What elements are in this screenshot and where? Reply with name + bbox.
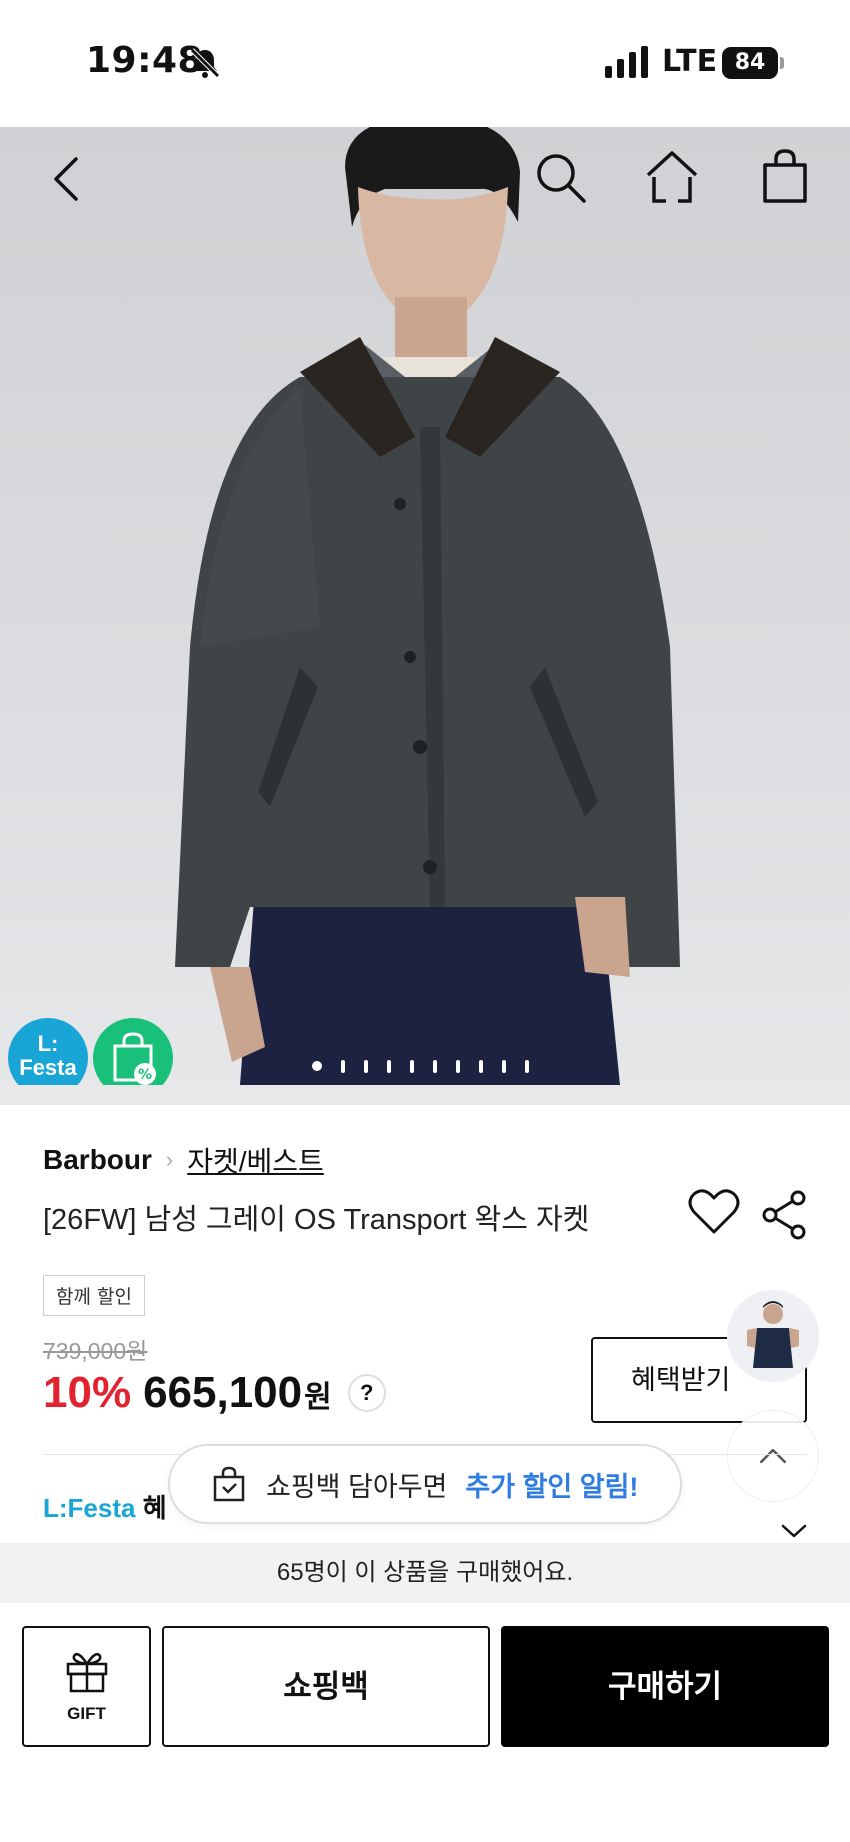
price-help-button[interactable]: ?: [347, 1374, 386, 1412]
carousel-dot: [410, 1059, 414, 1073]
signal-icon: [605, 46, 648, 78]
lfesta-badge-line1: L:: [37, 1031, 59, 1056]
home-icon: [646, 151, 698, 203]
status-time: 19:48: [86, 40, 204, 81]
battery-level: 84: [722, 47, 778, 79]
lfesta-badge-line2: Festa: [19, 1055, 77, 1080]
wishlist-button[interactable]: [688, 1188, 740, 1236]
battery-icon: 84: [722, 47, 784, 79]
bag-discount-badge[interactable]: %: [93, 1018, 173, 1085]
model-thumbnail: [727, 1290, 819, 1382]
scroll-to-top-button[interactable]: [727, 1410, 819, 1502]
search-button[interactable]: [530, 147, 590, 207]
buy-now-button[interactable]: 구매하기: [501, 1626, 829, 1747]
add-to-bag-button[interactable]: 쇼핑백: [162, 1626, 490, 1747]
gift-icon: [66, 1653, 107, 1693]
discount-tag: 함께 할인: [43, 1275, 145, 1316]
carousel-dot-active: [312, 1061, 322, 1071]
chevron-left-icon: [54, 157, 78, 201]
currency-unit: 원: [304, 1381, 332, 1414]
share-icon: [762, 1190, 806, 1240]
sale-price: 665,100: [143, 1368, 303, 1417]
purchase-count-banner: 65명이 이 상품을 구매했어요.: [0, 1543, 850, 1603]
bag-discount-icon: %: [113, 1032, 156, 1085]
breadcrumb: Barbour › 자켓/베스트: [43, 1140, 324, 1180]
carousel-dot: [479, 1059, 483, 1073]
lfesta-benefit-text: 혜: [142, 1493, 167, 1523]
carousel-indicator: [312, 1058, 529, 1074]
toast-text: 쇼핑백 담아두면: [266, 1471, 448, 1502]
carousel-dot: [364, 1059, 368, 1073]
carousel-dot: [456, 1059, 460, 1073]
bag-discount-toast[interactable]: 쇼핑백 담아두면 추가 할인 알림!: [168, 1444, 682, 1524]
shopping-bag-icon: [763, 149, 807, 203]
category-link[interactable]: 자켓/베스트: [187, 1140, 324, 1180]
toast-highlight: 추가 할인 알림!: [465, 1471, 639, 1502]
get-benefit-label: 혜택받기: [631, 1365, 731, 1395]
carousel-dot: [433, 1059, 437, 1073]
heart-icon: [688, 1189, 740, 1234]
search-icon: [537, 154, 586, 203]
brand-link[interactable]: Barbour: [43, 1144, 152, 1176]
network-type: LTE: [662, 44, 718, 79]
original-price: 739,000원: [43, 1338, 148, 1364]
lfesta-logo: L:Festa: [43, 1493, 136, 1523]
product-title: [26FW] 남성 그레이 OS Transport 왁스 자켓: [43, 1204, 590, 1236]
svg-text:%: %: [138, 1067, 152, 1083]
hero-divider: [0, 1085, 850, 1105]
shopping-bag-button[interactable]: [755, 147, 815, 207]
product-photo: [175, 127, 680, 1085]
shopping-bag-icon: [213, 1466, 245, 1502]
share-button[interactable]: [760, 1190, 808, 1240]
chevron-up-icon: [760, 1448, 786, 1464]
back-button[interactable]: [38, 147, 98, 207]
discount-rate: 10%: [43, 1368, 132, 1417]
price-row: 10% 665,100 원 ?: [43, 1368, 386, 1418]
bell-off-icon: [190, 48, 220, 78]
status-bar: 19:48 LTE 84: [0, 0, 850, 127]
gift-label: GIFT: [67, 1704, 106, 1723]
carousel-dot: [387, 1059, 391, 1073]
bottom-action-bar: GIFT 쇼핑백 구매하기: [0, 1603, 850, 1842]
carousel-dot: [502, 1059, 506, 1073]
carousel-dot: [525, 1059, 529, 1073]
home-button[interactable]: [642, 147, 702, 207]
floating-product-thumbnail[interactable]: [727, 1290, 819, 1382]
chevron-right-icon: ›: [165, 1147, 174, 1172]
product-image-carousel[interactable]: L: Festa %: [0, 127, 850, 1085]
gift-button[interactable]: GIFT: [22, 1626, 151, 1747]
lfesta-benefit-row[interactable]: L:Festa 혜: [43, 1488, 167, 1525]
chevron-down-icon[interactable]: [779, 1520, 809, 1542]
carousel-dot: [341, 1059, 345, 1073]
